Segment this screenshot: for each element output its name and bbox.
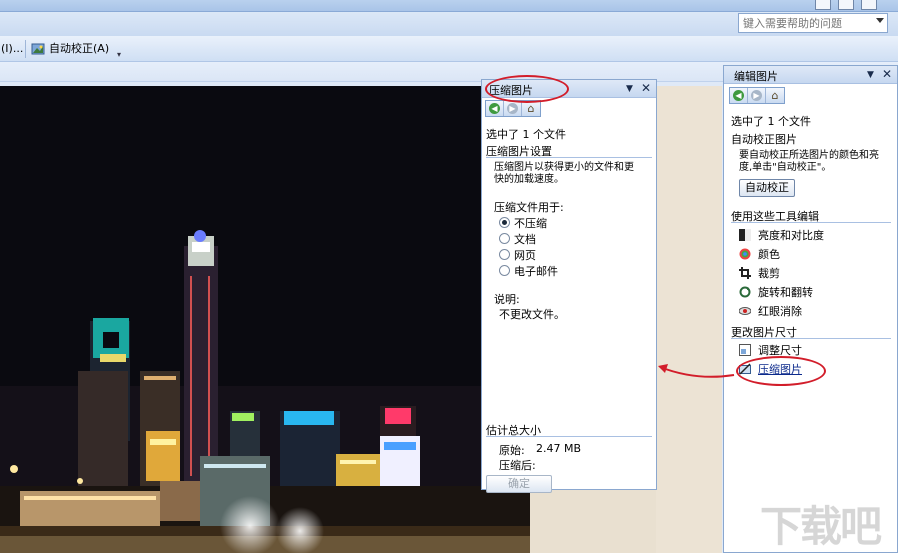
compress-for-label: 压缩文件用于: (494, 201, 564, 214)
tool-color[interactable]: 颜色 (758, 246, 780, 262)
window-titlebar (0, 0, 898, 12)
selected-count: 选中了 1 个文件 (486, 128, 566, 141)
compress-pictures-pane: 压缩图片 ▼ ✕ ◀ ▶ ⌂ 选中了 1 个文件 压缩图片设置 压缩图片以获得更… (481, 79, 657, 493)
forward-button[interactable]: ▶ (504, 101, 522, 116)
back-icon: ◀ (733, 90, 744, 101)
close-icon[interactable]: ✕ (641, 81, 651, 95)
autocorrect-button[interactable]: 自动校正 (739, 179, 795, 197)
radio-document[interactable] (499, 233, 510, 244)
compress-settings-header: 压缩图片设置 (486, 143, 652, 158)
home-icon: ⌂ (771, 89, 779, 102)
home-button[interactable]: ⌂ (522, 101, 540, 116)
crop-icon (739, 267, 751, 279)
option-no-compress: 不压缩 (514, 217, 547, 230)
resize-icon (739, 344, 751, 356)
picture-toolbar (0, 36, 898, 62)
edit-pane-header: 编辑图片 ▼ ✕ (724, 66, 897, 84)
forward-icon: ▶ (507, 103, 518, 114)
option-email: 电子邮件 (514, 265, 558, 278)
toolbar-partial-item[interactable]: (I)... (1, 40, 23, 58)
link-highlight-ellipse (736, 356, 826, 386)
option-web: 网页 (514, 249, 536, 262)
pane-menu-icon[interactable]: ▼ (626, 84, 633, 94)
forward-icon: ▶ (751, 90, 762, 101)
option-document: 文档 (514, 233, 536, 246)
toolbar-separator (25, 40, 26, 58)
title-highlight-ellipse (485, 75, 569, 103)
canvas-background (530, 489, 656, 553)
size-header: 估计总大小 (486, 422, 652, 437)
edit-picture-pane: 编辑图片 ▼ ✕ ◀ ▶ ⌂ 选中了 1 个文件 自动校正图片 要自动校正所选图… (723, 65, 898, 553)
compress-desc-line2: 快的加载速度。 (494, 174, 564, 185)
autocorrect-toolbar-label: 自动校正(A) (49, 42, 110, 55)
note-text: 不更改文件。 (499, 308, 565, 321)
rotate-flip-icon (739, 286, 751, 298)
help-dropdown-icon[interactable] (876, 18, 884, 23)
original-label: 原始: (499, 444, 525, 457)
toolbar-options-icon[interactable]: ▾ (117, 50, 121, 59)
edit-selected-count: 选中了 1 个文件 (731, 115, 811, 128)
edit-pane-title: 编辑图片 (734, 70, 778, 83)
red-eye-icon (739, 307, 751, 315)
tools-header: 使用这些工具编辑 (731, 208, 891, 223)
autocorrect-desc-line2: 度,单击"自动校正"。 (739, 162, 832, 173)
radio-web[interactable] (499, 249, 510, 260)
home-button[interactable]: ⌂ (766, 88, 784, 103)
tool-crop[interactable]: 裁剪 (758, 265, 780, 281)
minimize-button[interactable] (838, 0, 854, 10)
autocorrect-icon (31, 43, 45, 55)
brightness-contrast-icon (739, 229, 751, 241)
canvas-margin (656, 86, 722, 553)
back-icon: ◀ (489, 103, 500, 114)
tool-brightness-contrast[interactable]: 亮度和对比度 (758, 227, 824, 243)
autocorrect-header: 自动校正图片 (731, 133, 797, 146)
edit-pane-nav: ◀ ▶ ⌂ (729, 87, 785, 104)
watermark-text: 下载吧 (760, 502, 882, 551)
close-icon[interactable]: ✕ (882, 67, 892, 81)
compressed-label: 压缩后: (499, 459, 536, 472)
tool-rotate-flip[interactable]: 旋转和翻转 (758, 284, 813, 300)
pane-menu-icon[interactable]: ▼ (867, 70, 874, 80)
back-button[interactable]: ◀ (486, 101, 504, 116)
resize-header: 更改图片尺寸 (731, 324, 891, 339)
color-icon (739, 248, 751, 260)
forward-button[interactable]: ▶ (748, 88, 766, 103)
back-button[interactable]: ◀ (730, 88, 748, 103)
annotation-arrow (658, 364, 735, 378)
original-value: 2.47 MB (536, 442, 582, 455)
help-search-input[interactable] (738, 13, 888, 33)
autocorrect-toolbar-button[interactable]: 自动校正(A) (31, 40, 109, 58)
radio-email[interactable] (499, 265, 510, 276)
tool-red-eye[interactable]: 红眼消除 (758, 303, 802, 319)
radio-no-compress[interactable] (499, 217, 510, 228)
note-label: 说明: (494, 293, 520, 306)
ok-button[interactable]: 确定 (486, 475, 552, 493)
night-city-photo (0, 86, 530, 553)
restore-button[interactable] (815, 0, 831, 10)
home-icon: ⌂ (527, 102, 535, 115)
watermark-logo: 下载吧 (760, 493, 890, 551)
close-window-button[interactable] (861, 0, 877, 10)
